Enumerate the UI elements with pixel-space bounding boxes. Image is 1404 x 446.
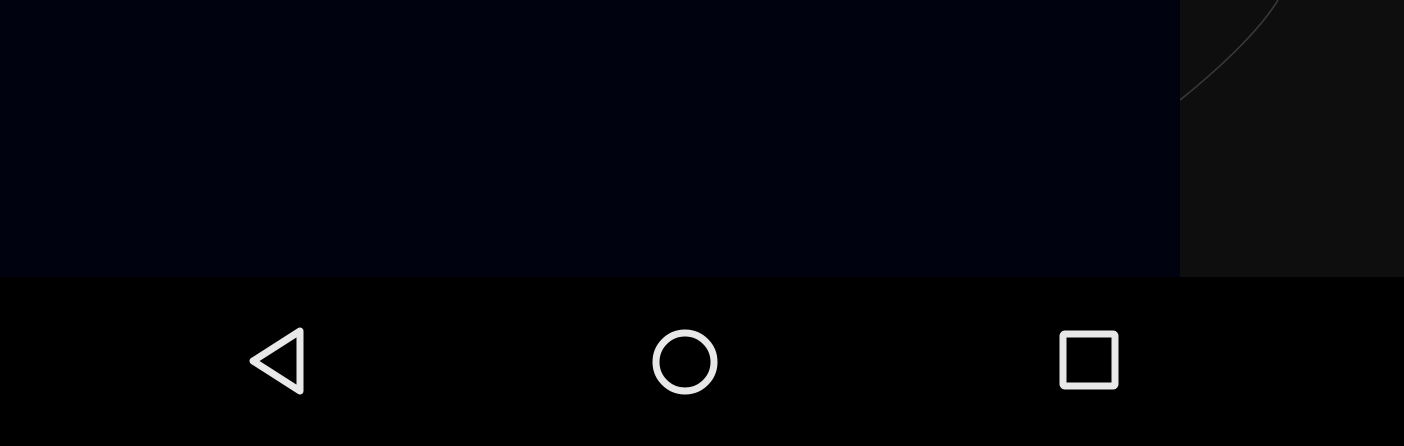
- main-panel: [0, 0, 1180, 277]
- back-triangle-icon: [249, 327, 304, 394]
- recents-button[interactable]: [1025, 277, 1155, 446]
- home-button[interactable]: [620, 277, 750, 446]
- navigation-bar: [0, 277, 1404, 446]
- side-panel: [1180, 0, 1404, 277]
- back-button[interactable]: [215, 277, 345, 446]
- decorative-curve-icon: [1180, 0, 1279, 101]
- home-circle-icon: [652, 329, 718, 394]
- phone-screen: [0, 0, 1404, 446]
- recents-square-icon: [1059, 330, 1119, 389]
- app-content-area: [0, 0, 1404, 277]
